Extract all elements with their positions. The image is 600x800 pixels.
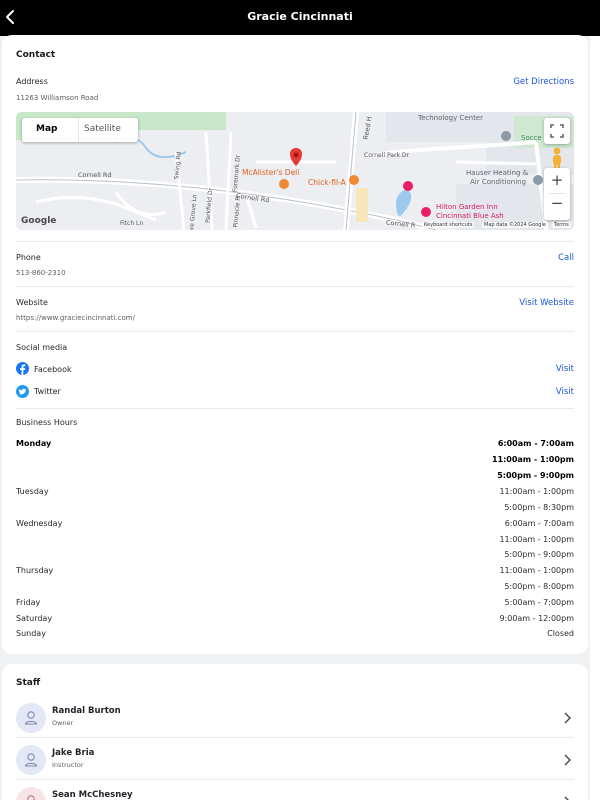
contact-card: Contact Address 11263 Williamson Road Ge…	[2, 35, 588, 654]
hours-slot: 11:00am - 1:00pm	[499, 487, 574, 496]
hours-slot: Closed	[547, 629, 574, 638]
call-link[interactable]: Call	[558, 253, 574, 263]
top-bar: Gracie Cincinnati	[0, 0, 600, 36]
staff-row[interactable]: Sean McChesney	[16, 785, 574, 800]
chevron-right-icon[interactable]	[562, 711, 572, 725]
poi-soccer[interactable]: Socce	[521, 134, 542, 142]
facebook-visit-link[interactable]: Visit	[556, 364, 574, 374]
divider	[16, 408, 574, 409]
twitter-visit-link[interactable]: Visit	[556, 387, 574, 397]
poi-mcalisters-deli[interactable]: McAlister's Deli	[242, 168, 299, 177]
background-panel	[590, 36, 600, 800]
person-icon	[24, 753, 38, 767]
hours-day-sunday: Sunday	[16, 629, 46, 638]
road-fitch: Fitch Ln	[120, 220, 144, 227]
hours-day-thursday: Thursday	[16, 566, 54, 575]
map-view[interactable]: McAlister's Deli Chick-fil-A Hauser Heat…	[16, 112, 574, 230]
address-label: Address	[16, 77, 48, 86]
avatar	[16, 787, 46, 800]
social-media-label: Social media	[16, 343, 68, 352]
staff-name: Jake Bria	[52, 748, 95, 758]
facebook-icon	[16, 362, 29, 375]
terms-link[interactable]: Terms	[552, 222, 571, 228]
hours-slot: 9:00am - 12:00pm	[499, 614, 574, 623]
poi-hilton-line2[interactable]: Cincinnati Blue Ash	[436, 212, 504, 220]
phone-label: Phone	[16, 253, 41, 262]
hours-slot: 6:00am - 7:00am	[504, 519, 574, 528]
chevron-right-icon[interactable]	[562, 795, 572, 800]
hours-slot: 11:00am - 1:00pm	[499, 566, 574, 575]
page-title: Gracie Cincinnati	[247, 10, 353, 23]
hours-day-wednesday: Wednesday	[16, 519, 63, 528]
twitter-label: Twitter	[34, 387, 61, 396]
fullscreen-button[interactable]	[544, 118, 570, 144]
business-hours-label: Business Hours	[16, 418, 78, 427]
road-cornell-left: Cornell Rd	[78, 171, 112, 179]
google-logo: Google	[21, 216, 57, 226]
person-icon	[27, 795, 35, 800]
map-type-toggle: Map Satellite	[22, 118, 138, 142]
staff-name: Randal Burton	[52, 706, 121, 716]
divider	[16, 737, 574, 738]
poi-hauser-line2[interactable]: Air Conditioning	[470, 178, 526, 186]
divider	[16, 331, 574, 332]
avatar	[16, 703, 46, 733]
hours-slot: 6:00am - 7:00am	[497, 439, 574, 448]
map-type-divider	[78, 118, 79, 142]
hours-slot: 5:00pm - 8:30pm	[504, 503, 574, 512]
website-value: https://www.graciecincinnati.com/	[16, 314, 135, 322]
chevron-right-icon[interactable]	[562, 753, 572, 767]
staff-role: Instructor	[52, 761, 84, 769]
poi-chick-fil-a[interactable]: Chick-fil-A	[308, 178, 346, 187]
hours-day-saturday: Saturday	[16, 614, 53, 623]
zoom-in-button[interactable]: +	[544, 171, 570, 189]
zoom-out-button[interactable]: −	[544, 194, 570, 212]
person-icon	[24, 711, 38, 725]
get-directions-link[interactable]: Get Directions	[513, 77, 574, 87]
fullscreen-icon	[550, 124, 564, 138]
facebook-label: Facebook	[34, 365, 72, 374]
staff-section-title: Staff	[16, 678, 41, 688]
visit-website-link[interactable]: Visit Website	[519, 298, 574, 308]
hours-day-monday: Monday	[16, 439, 52, 448]
divider	[16, 241, 574, 242]
hours-day-tuesday: Tuesday	[16, 487, 49, 496]
hours-day-friday: Friday	[16, 598, 41, 607]
address-value: 11263 Williamson Road	[16, 94, 99, 102]
hours-slot: 5:00am - 7:00pm	[504, 598, 574, 607]
divider	[16, 286, 574, 287]
divider	[16, 779, 574, 780]
map-type-satellite-button[interactable]: Satellite	[84, 124, 121, 134]
hours-slot: 11:00am - 1:00pm	[499, 535, 574, 544]
staff-card: Staff Randal Burton Owner Jake Bria Inst…	[2, 664, 588, 800]
poi-hilton-line1[interactable]: Hilton Garden Inn	[436, 203, 498, 211]
poi-technology-center[interactable]: Technology Center	[418, 114, 483, 122]
avatar	[16, 745, 46, 775]
phone-value: 513-860-2310	[16, 269, 66, 277]
road-cornell-park: Cornell Park Dr	[364, 152, 409, 159]
twitter-icon	[16, 385, 29, 398]
poi-hauser-line1[interactable]: Hauser Heating &	[466, 169, 528, 177]
hours-slot: 5:00pm - 8:00pm	[504, 582, 574, 591]
hours-slot: 11:00am - 1:00pm	[491, 455, 574, 464]
contact-section-title: Contact	[16, 50, 56, 60]
keyboard-shortcuts-link[interactable]: Keyboard shortcuts	[422, 222, 475, 228]
zoom-controls: + −	[544, 168, 570, 220]
map-data-attribution: Map data ©2024 Google	[482, 222, 548, 228]
map-type-map-button[interactable]: Map	[36, 124, 57, 134]
hours-slot: 5:00pm - 9:00pm	[497, 471, 574, 480]
staff-name: Sean McChesney	[52, 790, 133, 800]
website-label: Website	[16, 298, 48, 307]
hours-slot: 5:00pm - 9:00pm	[504, 550, 574, 559]
staff-role: Owner	[52, 719, 74, 727]
